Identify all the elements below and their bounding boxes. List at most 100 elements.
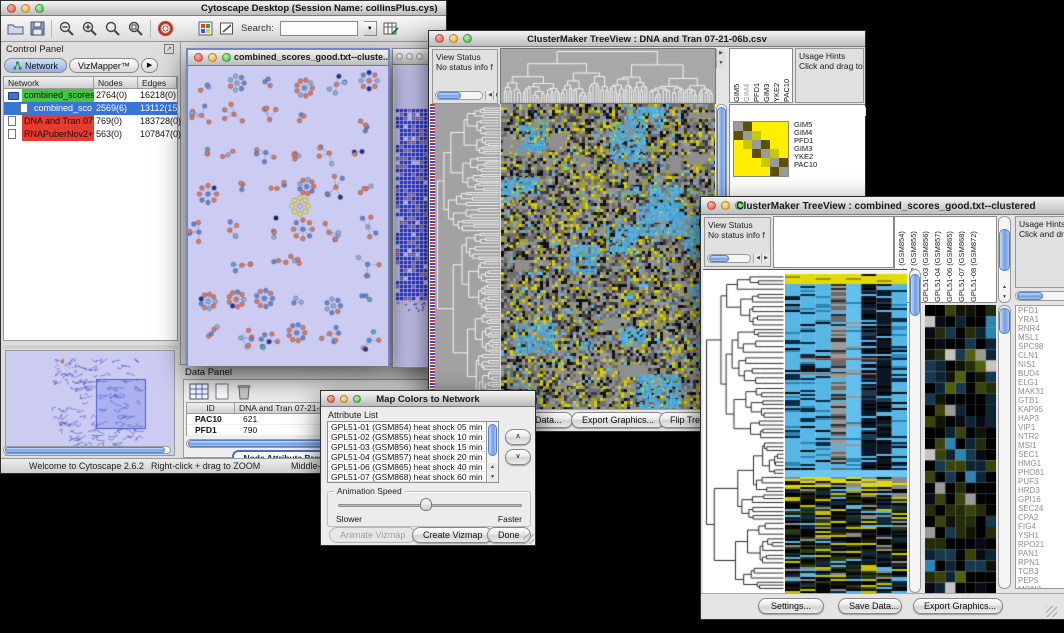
mini-heatmap-cell[interactable] xyxy=(743,131,752,140)
mini-heatmap-cell[interactable] xyxy=(779,131,788,140)
tv1-row-dendrogram[interactable] xyxy=(435,104,500,411)
gene-label[interactable]: FIG4 xyxy=(1018,522,1064,531)
attribute-option[interactable]: GPL51-07 (GSM868) heat shock 60 min xyxy=(328,472,485,482)
mini-heatmap-cell[interactable] xyxy=(779,167,788,176)
mini-heatmap-cell[interactable] xyxy=(734,140,743,149)
mini-heatmap-cell[interactable] xyxy=(752,158,761,167)
tv2-right-hscrollbar[interactable] xyxy=(1015,291,1064,301)
birdseye-view[interactable] xyxy=(5,350,175,456)
mini-heatmap-cell[interactable] xyxy=(752,149,761,158)
mini-heatmap-cell[interactable] xyxy=(761,158,770,167)
gene-label[interactable]: RNR4 xyxy=(1018,324,1064,333)
tv1-heatmap[interactable] xyxy=(501,104,715,411)
gene-label[interactable]: RPO21 xyxy=(1018,540,1064,549)
tab-vizmapper[interactable]: VizMapper™ xyxy=(69,58,139,73)
mini-heatmap-cell[interactable] xyxy=(734,131,743,140)
mini-heatmap-cell[interactable] xyxy=(752,167,761,176)
tv1-column-dendrogram[interactable] xyxy=(500,48,716,104)
mini-heatmap-cell[interactable] xyxy=(770,140,779,149)
tv2-heatmap[interactable] xyxy=(785,269,907,594)
attribute-option[interactable]: GPL51-04 (GSM857) heat shock 20 min xyxy=(328,452,485,462)
mini-heatmap-cell[interactable] xyxy=(779,149,788,158)
minimize-icon[interactable] xyxy=(406,53,413,60)
mini-heatmap-cell[interactable] xyxy=(770,149,779,158)
resize-grip[interactable] xyxy=(1046,606,1057,617)
mini-heatmap-cell[interactable] xyxy=(761,131,770,140)
hscroll-thumb[interactable] xyxy=(709,255,729,262)
mini-heatmap-cell[interactable] xyxy=(770,167,779,176)
mini-heatmap-cell[interactable] xyxy=(752,131,761,140)
gene-label[interactable]: GTB1 xyxy=(1018,396,1064,405)
attribute-option[interactable]: GPL51-03 (GSM856) heat shock 15 min xyxy=(328,442,485,452)
gene-label[interactable]: PAN1 xyxy=(1018,549,1064,558)
network-row[interactable]: combined_scores 2764(0) 16218(0) xyxy=(4,89,177,102)
gene-label[interactable]: HMG1 xyxy=(1018,459,1064,468)
gene-label[interactable]: KAP95 xyxy=(1018,405,1064,414)
gene-label[interactable]: PUF3 xyxy=(1018,477,1064,486)
scroll-down-icon[interactable] xyxy=(488,473,497,482)
tv2-zoom-heatmap[interactable] xyxy=(925,305,996,593)
float-panel-icon[interactable]: ↗ xyxy=(164,44,174,54)
gene-label[interactable]: YRA1 xyxy=(1018,315,1064,324)
close-icon[interactable] xyxy=(707,201,716,210)
mini-heatmap-cell[interactable] xyxy=(761,167,770,176)
gene-label[interactable]: MAK31 xyxy=(1018,387,1064,396)
hscroll-thumb[interactable] xyxy=(5,447,165,453)
gene-label[interactable]: MON2 xyxy=(1018,585,1064,589)
speed-slider-thumb[interactable] xyxy=(420,498,432,511)
mini-heatmap-cell[interactable] xyxy=(743,158,752,167)
tv2-zoom-vscrollbar[interactable] xyxy=(998,305,1011,589)
zoom-window-icon[interactable] xyxy=(222,53,231,62)
network-titlebar[interactable]: combined_scores_good.txt--cluste... xyxy=(188,50,388,66)
open-folder-icon[interactable] xyxy=(7,21,24,36)
search-input[interactable] xyxy=(280,21,358,36)
gene-label[interactable]: YSH1 xyxy=(1018,531,1064,540)
zoom-fit-icon[interactable] xyxy=(104,20,121,37)
scroll-right-icon[interactable] xyxy=(761,254,770,263)
export-graphics-button[interactable]: Export Graphics... xyxy=(913,598,1003,614)
more-tabs-button[interactable]: ▶ xyxy=(141,58,158,73)
gene-label[interactable]: SEC24 xyxy=(1018,504,1064,513)
settings-button[interactable]: Settings... xyxy=(758,598,824,614)
hscroll-thumb[interactable] xyxy=(1017,292,1043,300)
mini-heatmap-cell[interactable] xyxy=(734,122,743,131)
view-status-hscrollbar[interactable] xyxy=(435,91,483,100)
attribute-list-vscrollbar[interactable] xyxy=(486,422,498,482)
scroll-up-icon[interactable] xyxy=(488,463,497,472)
move-up-button[interactable]: ∧ xyxy=(505,429,531,445)
tab-network[interactable]: Network xyxy=(4,58,67,73)
save-icon[interactable] xyxy=(30,21,45,36)
minimize-icon[interactable] xyxy=(208,53,217,62)
mini-heatmap-cell[interactable] xyxy=(743,140,752,149)
help-lifebuoy-icon[interactable] xyxy=(157,20,174,37)
view-status-hscrollbar[interactable] xyxy=(707,254,751,263)
create-vizmap-button[interactable]: Create Vizmap xyxy=(412,527,493,543)
new-attribute-icon[interactable] xyxy=(214,383,230,400)
gene-label[interactable]: MSL1 xyxy=(1018,333,1064,342)
treeview2-titlebar[interactable]: ClusterMaker TreeView : combined_scores_… xyxy=(701,197,1064,215)
dialog-titlebar[interactable]: Map Colors to Network xyxy=(321,391,535,407)
scroll-right-icon[interactable] xyxy=(716,49,725,58)
tv2-labels-vscrollbar[interactable] xyxy=(998,216,1011,303)
attribute-option[interactable]: GPL51-02 (GSM855) heat shock 10 min xyxy=(328,432,485,442)
tv2-vscrollbar[interactable] xyxy=(909,269,921,593)
gene-label[interactable]: NIS1 xyxy=(1018,360,1064,369)
mini-heatmap-cell[interactable] xyxy=(779,140,788,149)
gene-label[interactable]: TCB3 xyxy=(1018,567,1064,576)
minimize-icon[interactable] xyxy=(21,4,30,13)
resize-grip[interactable] xyxy=(523,533,534,544)
network-canvas[interactable] xyxy=(188,66,388,366)
mini-heatmap-cell[interactable] xyxy=(734,149,743,158)
zoom-window-icon[interactable] xyxy=(416,53,423,60)
mini-heatmap-cell[interactable] xyxy=(743,167,752,176)
vizmap-palette-icon[interactable] xyxy=(198,21,213,36)
zoom-in-icon[interactable] xyxy=(81,20,98,37)
scroll-right-icon[interactable] xyxy=(493,91,498,100)
mini-heatmap-cell[interactable] xyxy=(734,167,743,176)
export-graphics-button[interactable]: Export Graphics... xyxy=(571,412,665,428)
close-icon[interactable] xyxy=(396,53,403,60)
gene-label[interactable]: BUD4 xyxy=(1018,369,1064,378)
network-row[interactable]: RNAPuberNov2+ 563(0) 107847(0) xyxy=(4,128,177,141)
close-icon[interactable] xyxy=(194,53,203,62)
scroll-down-icon[interactable] xyxy=(716,59,725,68)
